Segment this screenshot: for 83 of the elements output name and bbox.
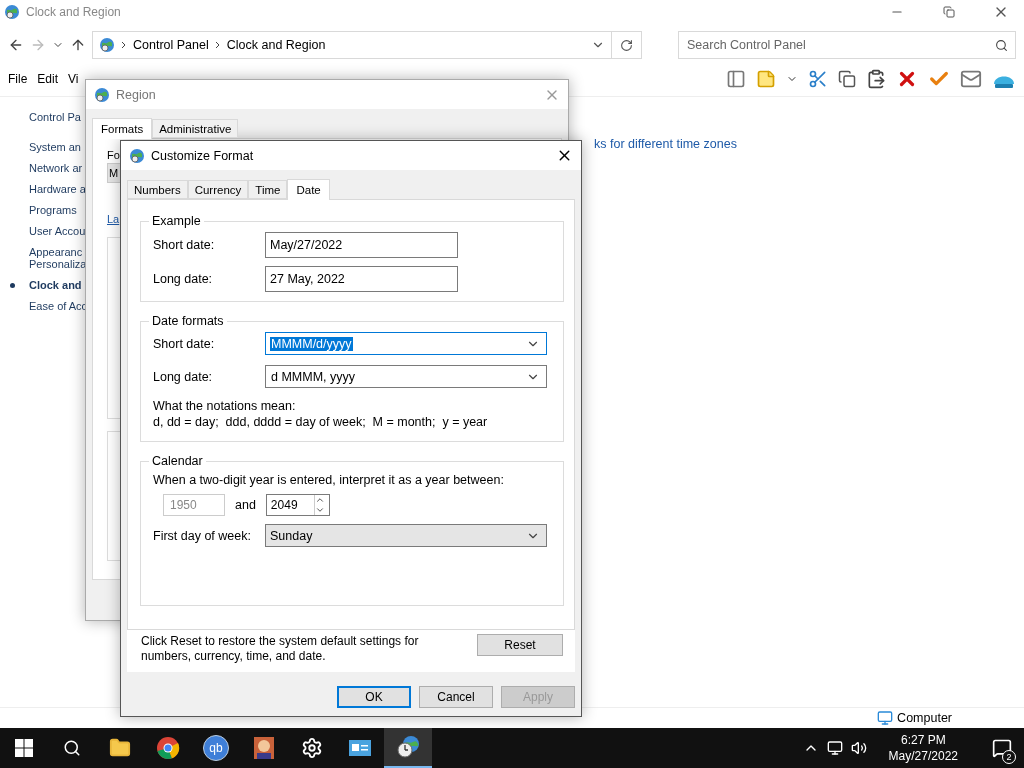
- dialog-button[interactable]: Cancel: [419, 686, 493, 708]
- search-icon[interactable]: [63, 739, 81, 757]
- status-text: Computer: [897, 711, 952, 725]
- spin-up-icon[interactable]: [314, 495, 325, 505]
- dialog-button[interactable]: OK: [337, 686, 411, 708]
- field-label: Long date:: [153, 272, 214, 286]
- window-title: Clock and Region: [26, 5, 121, 19]
- group-title: Date formats: [151, 314, 225, 328]
- sidebar-item[interactable]: Programs: [10, 204, 85, 216]
- start-icon[interactable]: [15, 739, 33, 757]
- menu-item[interactable]: Vi: [68, 72, 79, 86]
- example-field: May/27/2022: [265, 232, 458, 258]
- tab[interactable]: Time: [248, 180, 288, 199]
- folder-icon[interactable]: [109, 737, 131, 759]
- sidebar-item[interactable]: Appearanc Personaliza: [10, 246, 85, 270]
- year-prompt: When a two-digit year is entered, interpret it as a year between:: [153, 472, 505, 488]
- and-label: and: [235, 498, 256, 512]
- group-title: Example: [151, 214, 202, 228]
- refresh-icon[interactable]: [620, 38, 633, 52]
- computer-icon: [877, 710, 894, 726]
- menu-item[interactable]: Edit: [37, 72, 59, 86]
- dialog-title: Customize Format: [151, 148, 254, 163]
- volume-icon[interactable]: [850, 740, 867, 756]
- field-label: Short date:: [153, 238, 216, 252]
- breadcrumb-item[interactable]: Control Panel: [133, 38, 209, 52]
- group-title: Calendar: [151, 454, 204, 468]
- settings-icon[interactable]: [301, 737, 323, 759]
- notation-help: What the notations mean:: [153, 398, 297, 414]
- pane-icon[interactable]: [726, 69, 746, 89]
- chevron-icon: [214, 41, 221, 49]
- chevron-icon: [121, 41, 127, 49]
- region-icon: [129, 147, 145, 164]
- spin-down-icon[interactable]: [314, 505, 325, 515]
- qb-icon[interactable]: qb: [203, 735, 229, 761]
- first-day-dropdown[interactable]: Sunday: [265, 524, 547, 547]
- breadcrumb-item[interactable]: Clock and Region: [226, 38, 326, 52]
- sidebar-item[interactable]: Network ar: [10, 162, 85, 174]
- menu-item[interactable]: File: [8, 72, 28, 86]
- tab[interactable]: Formats: [92, 118, 153, 139]
- sidebar-link[interactable]: Control Pa: [29, 111, 85, 123]
- restore-icon[interactable]: [943, 6, 955, 18]
- notification-icon[interactable]: [992, 738, 1012, 758]
- format-combo[interactable]: MMMM/d/yyyy: [265, 332, 547, 355]
- field-label: Long date:: [153, 369, 214, 384]
- clock[interactable]: 6:27 PM May/27/2022: [874, 732, 972, 764]
- network-icon[interactable]: [826, 740, 843, 756]
- control-panel-icon: [99, 37, 115, 53]
- cut-icon[interactable]: [808, 69, 828, 89]
- timezone-link[interactable]: ks for different time zones: [594, 137, 737, 151]
- control-panel-icon: [4, 4, 20, 20]
- sidebar-item[interactable]: Clock and: [10, 279, 85, 291]
- notification-count: 2: [1002, 750, 1016, 764]
- year-spinner[interactable]: 2049: [265, 494, 330, 516]
- reset-note: Click Reset to restore the system default settings for numbers, currency, time, and date.: [141, 634, 420, 664]
- copy-icon[interactable]: [838, 70, 856, 88]
- refresh-button[interactable]: [612, 31, 642, 59]
- sidebar-item[interactable]: User Accou: [10, 225, 85, 237]
- tab[interactable]: Administrative: [152, 119, 239, 138]
- format-label: Fo: [107, 149, 120, 161]
- clock-globe-icon[interactable]: [396, 735, 420, 759]
- search-field[interactable]: Search Control Panel: [678, 31, 1016, 59]
- browser-icon[interactable]: [156, 736, 180, 760]
- envelope-icon[interactable]: [960, 68, 982, 90]
- search-icon[interactable]: [995, 39, 1008, 52]
- field-label: First day of week:: [153, 528, 252, 543]
- settings-link[interactable]: La: [107, 213, 120, 225]
- region-icon: [94, 86, 110, 103]
- reset-button[interactable]: Reset: [477, 634, 563, 656]
- example-field: 27 May, 2022: [265, 266, 458, 292]
- tab[interactable]: Currency: [187, 180, 249, 199]
- sidebar-item[interactable]: System an: [10, 141, 85, 153]
- character-icon[interactable]: [252, 735, 276, 761]
- address-bar[interactable]: Control Panel Clock and Region: [92, 31, 612, 59]
- paste-icon[interactable]: [866, 69, 886, 89]
- notation-help: d, dd = day; ddd, dddd = day of week; M = month; y = year: [153, 414, 489, 430]
- format-combo[interactable]: d MMMM, yyyy: [265, 365, 547, 388]
- card-icon[interactable]: [348, 738, 372, 758]
- tab[interactable]: Date: [287, 179, 330, 200]
- up-icon[interactable]: [70, 37, 86, 53]
- dialog-title: Region: [116, 87, 156, 102]
- field-label: Short date:: [153, 336, 216, 351]
- tab[interactable]: Numbers: [127, 180, 188, 199]
- back-icon[interactable]: [8, 37, 24, 53]
